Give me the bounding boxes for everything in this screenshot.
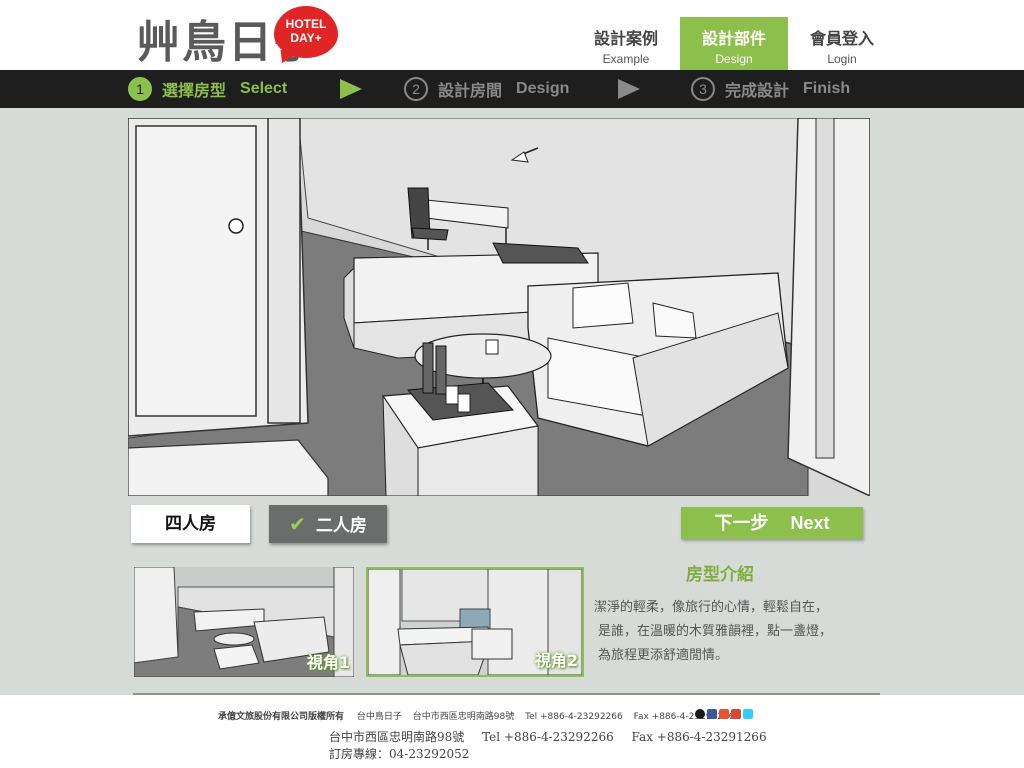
nav-design-sublabel: Design <box>715 52 753 66</box>
room-type-four-button[interactable]: 四人房 <box>131 505 250 543</box>
badge-line1: HOTEL <box>285 17 327 31</box>
room-render-image <box>128 118 870 496</box>
nav-design-label: 設計部件 <box>701 29 766 48</box>
step-design: 2 設計房間 Design <box>404 76 569 102</box>
step-sublabel: Finish <box>803 80 851 97</box>
arrow-right-icon <box>340 79 362 99</box>
copyright-text: 承億文旅股份有限公司版權所有 <box>218 712 345 722</box>
intro-line: 潔淨的輕柔，像旅行的心情，輕鬆自在， <box>594 600 829 615</box>
main-nav: 設計案例 Example 設計部件 Design 會員登入 Login <box>572 17 896 70</box>
next-step-button[interactable]: 下一步 Next <box>681 507 863 539</box>
view-label-2: 視角2 <box>534 651 578 670</box>
room-type-two-label: 二人房 <box>315 516 367 536</box>
contact-fax: Fax +886-4-23291266 <box>631 730 767 744</box>
footer-contact-line: 台中市西區忠明南路98號 Tel +886-4-23292266 Fax +88… <box>329 728 781 745</box>
step-select: 1 選擇房型 Select <box>128 76 287 102</box>
header: 艸鳥日子 HOTEL DAY+ 設計案例 Example 設計部件 Design… <box>0 0 1024 70</box>
step-sublabel: Select <box>240 80 288 97</box>
footer-tel: Tel +886-4-23292266 <box>525 712 623 722</box>
view-thumbnail-2[interactable]: 視角2 <box>366 567 584 677</box>
googleplus-icon[interactable] <box>731 709 741 719</box>
hotel-day-badge: HOTEL DAY+ <box>274 6 338 58</box>
view-label-1: 視角1 <box>306 653 350 672</box>
nav-login-sublabel: Login <box>827 52 857 66</box>
contact-tel: Tel +886-4-23292266 <box>482 730 614 744</box>
badge-line2: DAY+ <box>290 31 322 45</box>
step-progress-bar: 1 選擇房型 Select 2 設計房間 Design 3 完成設計 Finis… <box>0 70 1024 108</box>
view-thumbnail-1[interactable]: 視角1 <box>134 567 354 677</box>
room-type-two-button[interactable]: ✔ 二人房 <box>269 505 387 543</box>
next-step-sublabel: Next <box>790 513 830 533</box>
room-intro-text: 潔淨的輕柔，像旅行的心情，輕鬆自在， 是誰，在溫暖的木質雅韻裡，點一盞燈， 為旅… <box>594 596 864 668</box>
intro-line: 是誰，在溫暖的木質雅韻裡，點一盞燈， <box>598 624 833 639</box>
step-number: 3 <box>691 77 715 101</box>
footer: 承億文旅股份有限公司版權所有 台中鳥日子 台中市西區忠明南路98號 Tel +8… <box>0 695 1024 768</box>
nav-example[interactable]: 設計案例 Example <box>572 17 680 70</box>
booking-hotline: 訂房專線：04-23292052 <box>329 747 470 761</box>
step-label: 設計房間 <box>438 81 503 100</box>
step-number: 1 <box>128 77 152 101</box>
plurk-icon[interactable] <box>719 709 729 719</box>
social-links <box>695 709 753 719</box>
nav-login[interactable]: 會員登入 Login <box>788 17 896 70</box>
facebook-icon[interactable] <box>707 709 717 719</box>
next-step-label: 下一步 <box>714 513 769 534</box>
step-label: 選擇房型 <box>162 81 227 100</box>
step-label: 完成設計 <box>725 81 790 100</box>
room-intro-title: 房型介紹 <box>686 565 754 585</box>
nav-example-label: 設計案例 <box>593 29 658 48</box>
intro-line: 為旅程更添舒適閒情。 <box>598 648 729 663</box>
main-content: 四人房 ✔ 二人房 下一步 Next 視角1 視角2 房型介紹 潔淨的輕柔，像旅… <box>0 108 1024 696</box>
nav-design[interactable]: 設計部件 Design <box>680 17 788 70</box>
twitter-icon[interactable] <box>743 709 753 719</box>
footer-brand: 台中鳥日子 <box>356 712 402 722</box>
nav-example-sublabel: Example <box>602 52 650 66</box>
contact-address: 台中市西區忠明南路98號 <box>329 730 465 744</box>
step-sublabel: Design <box>516 80 570 97</box>
check-icon: ✔ <box>289 512 306 536</box>
tripadvisor-icon[interactable] <box>695 709 705 719</box>
step-finish: 3 完成設計 Finish <box>691 76 850 102</box>
step-number: 2 <box>404 77 428 101</box>
footer-info-line: 承億文旅股份有限公司版權所有 台中鳥日子 台中市西區忠明南路98號 Tel +8… <box>218 709 742 722</box>
nav-login-label: 會員登入 <box>809 29 874 48</box>
arrow-right-icon <box>618 79 640 99</box>
footer-address: 台中市西區忠明南路98號 <box>412 712 515 722</box>
